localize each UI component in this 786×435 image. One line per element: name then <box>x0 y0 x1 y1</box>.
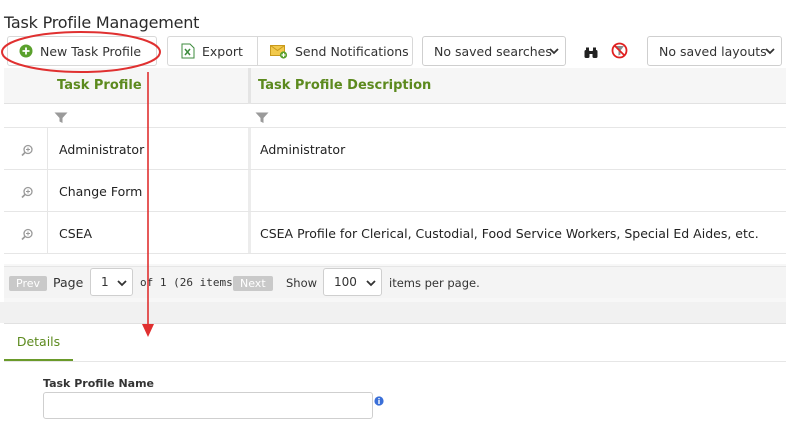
task-profile-name-input[interactable] <box>43 392 373 419</box>
pager: Prev Page 1 of 1 (26 items) Next Show 10… <box>4 266 786 298</box>
clear-filter-icon[interactable] <box>611 42 628 63</box>
saved-layouts-select[interactable]: No saved layouts <box>647 36 782 66</box>
send-notifications-label: Send Notifications <box>295 43 409 59</box>
chevron-down-icon <box>366 277 376 292</box>
toolbar: New Task Profile Export Send Notificatio… <box>0 34 786 68</box>
description-cell: CSEA Profile for Clerical, Custodial, Fo… <box>260 226 759 241</box>
zoom-icon[interactable] <box>21 184 34 203</box>
table-row[interactable]: CSEA CSEA Profile for Clerical, Custodia… <box>4 212 786 254</box>
saved-searches-select[interactable]: No saved searches <box>422 36 566 66</box>
next-page-button[interactable]: Next <box>233 276 273 291</box>
task-profile-cell: Administrator <box>59 142 145 157</box>
column-divider <box>248 212 251 253</box>
filter-icon[interactable] <box>255 109 269 128</box>
filter-icon[interactable] <box>54 109 68 128</box>
binoculars-icon[interactable] <box>584 44 598 63</box>
chevron-down-icon <box>765 45 775 60</box>
tab-details[interactable]: Details <box>4 324 73 361</box>
task-profile-name-label: Task Profile Name <box>43 377 155 390</box>
grid-header: Task Profile Task Profile Description <box>4 68 786 104</box>
filter-row <box>4 104 786 128</box>
table-row[interactable]: Administrator Administrator <box>4 128 786 170</box>
grid-rows: Administrator Administrator Change Form … <box>4 128 786 254</box>
add-circle-icon <box>19 44 33 58</box>
zoom-icon[interactable] <box>21 142 34 161</box>
excel-icon <box>181 43 195 59</box>
page-title: Task Profile Management <box>4 13 200 32</box>
table-row[interactable]: Change Form <box>4 170 786 212</box>
show-label: Show <box>286 276 318 290</box>
info-icon[interactable] <box>374 391 384 410</box>
column-divider <box>248 170 251 211</box>
zoom-icon[interactable] <box>21 226 34 245</box>
saved-layouts-value: No saved layouts <box>659 43 767 59</box>
page-label: Page <box>53 275 84 290</box>
tab-underline <box>4 361 786 362</box>
column-divider <box>248 128 251 169</box>
per-page-select[interactable]: 100 <box>323 268 382 296</box>
description-cell: Administrator <box>260 142 346 157</box>
section-separator <box>0 302 786 323</box>
table-row-partial <box>4 254 786 264</box>
mail-icon <box>270 44 288 59</box>
export-label: Export <box>202 43 243 59</box>
task-profile-cell: CSEA <box>59 226 93 241</box>
export-button[interactable]: Export <box>167 36 257 66</box>
new-task-profile-label: New Task Profile <box>40 43 142 59</box>
page-select-value: 1 <box>101 275 109 289</box>
column-header-task-profile[interactable]: Task Profile <box>57 78 142 93</box>
page-select[interactable]: 1 <box>90 268 133 296</box>
column-divider[interactable] <box>248 68 251 104</box>
per-page-value: 100 <box>334 275 357 289</box>
task-profile-grid: Task Profile Task Profile Description Ad… <box>4 68 786 302</box>
per-page-suffix: items per page. <box>389 276 480 290</box>
saved-searches-value: No saved searches <box>434 43 552 59</box>
details-panel: Details Task Profile Name <box>4 323 786 435</box>
page-count-text: of 1 (26 items) <box>140 276 240 289</box>
send-notifications-button[interactable]: Send Notifications <box>257 36 413 66</box>
column-header-description[interactable]: Task Profile Description <box>258 78 431 93</box>
task-profile-cell: Change Form <box>59 184 143 199</box>
chevron-down-icon <box>117 277 127 292</box>
new-task-profile-button[interactable]: New Task Profile <box>7 36 157 66</box>
chevron-down-icon <box>549 45 559 60</box>
prev-page-button[interactable]: Prev <box>9 276 47 291</box>
